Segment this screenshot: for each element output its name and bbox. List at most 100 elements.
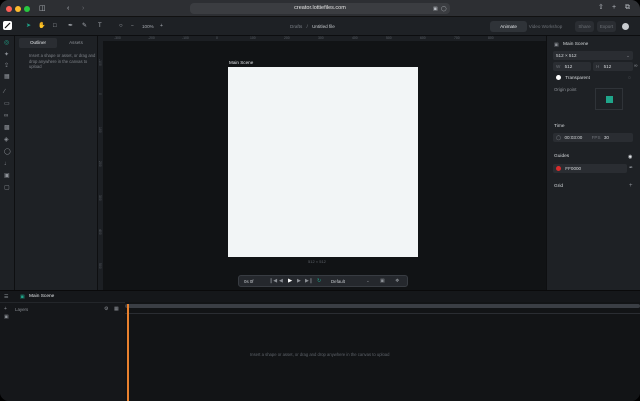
first-frame-icon[interactable]: ❙◀ xyxy=(269,278,277,284)
left-rail: ◎ ✦ ⇪ ▦ ∕ ▭ ∞ ▩ ◈ ◯ ♩ ▣ ▢ xyxy=(0,36,15,290)
ruler-label: 300 xyxy=(318,36,324,40)
time-value: 00:03:00 xyxy=(564,135,583,140)
sidebar-icon[interactable]: ◫ xyxy=(39,5,46,13)
eye-icon[interactable]: ◌ xyxy=(628,75,631,81)
background-value: Transparent xyxy=(565,75,590,80)
new-tab-icon[interactable]: + xyxy=(612,4,616,12)
tab-video-workshop[interactable]: Video Workshop xyxy=(527,21,564,32)
settings-icon[interactable]: ❖ xyxy=(395,278,399,284)
guide-color-swatch xyxy=(556,165,561,171)
time-field[interactable]: ◯ 00:03:00 FPS 30 xyxy=(553,133,633,142)
grid-add-button[interactable]: + xyxy=(629,183,633,189)
shield-icon[interactable]: ◯ xyxy=(441,5,447,13)
lottie-logo[interactable] xyxy=(3,21,12,30)
ruler-label: 0 xyxy=(98,93,102,95)
scene-title: Main Scene xyxy=(563,42,589,47)
keyframe-icon[interactable]: ▦ xyxy=(114,306,119,312)
artboard-label[interactable]: Main Scene xyxy=(229,60,253,65)
zoom-level[interactable]: 100% xyxy=(142,23,154,31)
box-icon[interactable]: ▩ xyxy=(4,125,10,132)
ruler-label: -100 xyxy=(98,59,102,66)
magic-icon[interactable]: ∕ xyxy=(4,89,5,96)
last-frame-icon[interactable]: ▶❙ xyxy=(305,278,313,284)
timeline-empty-hint: Insert a shape or asset, or drag and dro… xyxy=(250,352,390,357)
tab-assets[interactable]: Assets xyxy=(57,38,95,48)
layers-label: Layers xyxy=(15,307,29,312)
background-field[interactable]: Transparent xyxy=(553,73,633,82)
origin-label: Origin point xyxy=(554,87,577,92)
tab-animate[interactable]: Animate xyxy=(490,21,527,32)
tabs-icon[interactable]: ⧉ xyxy=(625,4,630,12)
image-icon[interactable]: ▣ xyxy=(4,173,10,180)
timeline-scene-tab[interactable]: Main Scene xyxy=(29,294,54,299)
select-tool-icon[interactable]: ➤ xyxy=(26,22,31,30)
play-icon[interactable]: ▶ xyxy=(288,278,292,284)
eye-icon[interactable]: ◉ xyxy=(628,154,632,160)
file-name[interactable]: Untitled file xyxy=(312,24,335,29)
translate-icon[interactable]: ▣ xyxy=(433,5,438,13)
breadcrumb: Drafts / Untitled file xyxy=(290,24,335,29)
eyedropper-icon[interactable]: ✒ xyxy=(629,165,633,171)
share-icon[interactable]: ⇧ xyxy=(598,4,604,12)
playhead[interactable] xyxy=(127,304,129,401)
timeline-range-bar[interactable] xyxy=(125,304,640,308)
frame-counter[interactable]: 0s 0f xyxy=(244,279,254,284)
preview-icon[interactable]: ▣ xyxy=(380,278,385,284)
upload-icon[interactable]: ⇪ xyxy=(4,63,9,70)
back-icon[interactable]: ‹ xyxy=(67,5,69,13)
components-icon[interactable]: ▦ xyxy=(4,74,10,81)
ruler-label: 500 xyxy=(98,263,102,269)
chevron-down-icon[interactable]: ⌄ xyxy=(366,278,370,284)
artboard[interactable] xyxy=(228,67,418,257)
settings-icon[interactable]: ⚙ xyxy=(104,306,108,312)
zoom-out-button[interactable]: − xyxy=(131,22,134,30)
minimize-window-button[interactable] xyxy=(15,6,21,12)
layers-icon[interactable]: ▣ xyxy=(4,314,9,320)
timeline-track-area[interactable]: Insert a shape or asset, or drag and dro… xyxy=(125,302,640,401)
outliner-icon[interactable]: ◎ xyxy=(4,40,9,47)
prev-frame-icon[interactable]: ◀ xyxy=(279,278,283,284)
tab-outliner[interactable]: Outliner xyxy=(19,38,57,48)
shape-tool-icon[interactable]: □ xyxy=(53,22,57,30)
zoom-in-button[interactable]: + xyxy=(160,22,163,30)
plugins-icon[interactable]: ✦ xyxy=(4,52,9,59)
timeline-toggle-icon[interactable]: ☰ xyxy=(4,294,8,300)
zoom-window-button[interactable] xyxy=(24,6,30,12)
playback-bar: 0s 0f ❙◀ ◀ ▶ ▶ ▶❙ ↻ Default ⌄ ▣ ❖ xyxy=(238,275,408,287)
audio-icon[interactable]: ♩ xyxy=(4,161,10,168)
pen-tool-icon[interactable]: ✒ xyxy=(68,22,73,30)
effects-icon[interactable]: ∞ xyxy=(4,113,8,120)
guide-color-value: FF0000 xyxy=(565,166,582,171)
hand-tool-icon[interactable]: ✋ xyxy=(38,22,45,30)
forward-icon[interactable]: › xyxy=(82,5,84,13)
close-window-button[interactable] xyxy=(6,6,12,12)
speed-select[interactable]: Default xyxy=(331,279,345,284)
ruler-label: 700 xyxy=(454,36,460,40)
export-button[interactable]: Export xyxy=(597,21,616,32)
guide-color-field[interactable]: FF0000 xyxy=(553,164,627,173)
text-tool-icon[interactable]: T xyxy=(98,22,102,30)
pencil-tool-icon[interactable]: ✎ xyxy=(82,22,87,30)
add-layer-icon[interactable]: + xyxy=(4,306,7,312)
globe-icon[interactable]: ◯ xyxy=(4,149,11,156)
link-icon[interactable]: ∞ xyxy=(634,63,638,69)
size-preset-select[interactable]: 512 × 512 ⌄ xyxy=(553,51,633,60)
loop-icon[interactable]: ↻ xyxy=(317,278,321,284)
address-bar[interactable]: creator.lottiefiles.com xyxy=(190,3,450,14)
breadcrumb-folder[interactable]: Drafts xyxy=(290,24,302,29)
background-swatch xyxy=(556,74,561,80)
hand-icon[interactable]: ○ xyxy=(119,22,123,30)
next-frame-icon[interactable]: ▶ xyxy=(297,278,301,284)
layers-icon[interactable]: ▭ xyxy=(4,101,10,108)
shapes-icon[interactable]: ◈ xyxy=(4,137,9,144)
origin-point-grid[interactable] xyxy=(595,88,623,110)
height-field[interactable]: H 512 xyxy=(593,62,633,71)
share-button[interactable]: Share xyxy=(575,21,594,32)
origin-point-center[interactable] xyxy=(606,96,613,103)
avatar[interactable] xyxy=(622,23,629,30)
folder-icon[interactable]: ▢ xyxy=(4,185,10,192)
scene-icon: ▣ xyxy=(554,42,559,48)
chevron-down-icon: ⌄ xyxy=(626,53,630,58)
outliner-empty-hint: Insert a shape or asset, or drag and dro… xyxy=(29,53,96,70)
width-field[interactable]: W 512 xyxy=(553,62,591,71)
